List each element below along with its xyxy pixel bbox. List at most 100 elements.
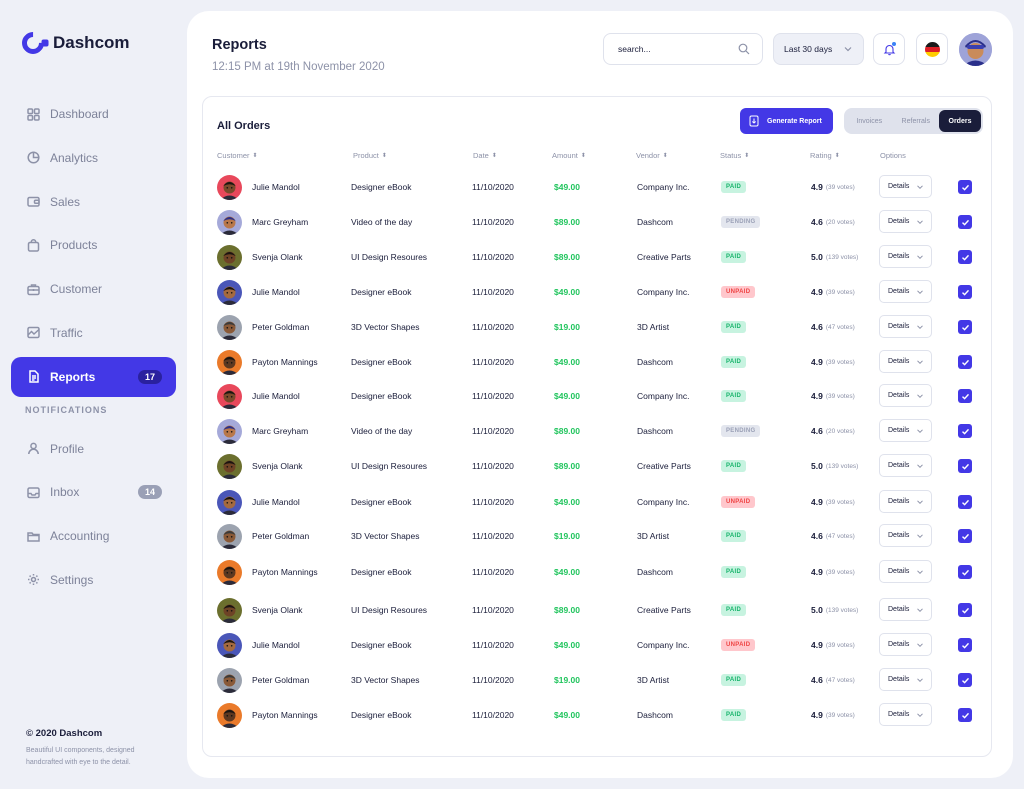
column-customer[interactable]: Customer ⬍	[217, 151, 258, 160]
details-dropdown[interactable]: Details	[879, 560, 932, 583]
sidebar-item-customer[interactable]: Customer	[11, 269, 176, 309]
column-date[interactable]: Date ⬍	[473, 151, 497, 160]
row-checkbox[interactable]	[958, 565, 972, 579]
table-row[interactable]: Payton Mannings Designer eBook 11/10/2020 $…	[203, 347, 993, 377]
status-badge: PAID	[721, 604, 747, 616]
details-dropdown[interactable]: Details	[879, 350, 932, 373]
details-dropdown[interactable]: Details	[879, 524, 932, 547]
details-dropdown[interactable]: Details	[879, 280, 932, 303]
row-checkbox[interactable]	[958, 708, 972, 722]
date-range-select[interactable]: Last 30 days	[773, 33, 864, 65]
sidebar-item-accounting[interactable]: Accounting	[11, 516, 176, 556]
row-checkbox[interactable]	[958, 495, 972, 509]
orders-title: All Orders	[217, 120, 271, 132]
column-product[interactable]: Product ⬍	[353, 151, 387, 160]
details-dropdown[interactable]: Details	[879, 245, 932, 268]
table-row[interactable]: Payton Mannings Designer eBook 11/10/2020 $…	[203, 700, 993, 730]
row-checkbox[interactable]	[958, 603, 972, 617]
details-dropdown[interactable]: Details	[879, 454, 932, 477]
sidebar-item-reports[interactable]: Reports 17	[11, 356, 176, 397]
vendor-name: Company Inc.	[637, 640, 690, 650]
sidebar-item-products[interactable]: Products	[11, 225, 176, 265]
product-name: Video of the day	[351, 217, 413, 227]
language-button[interactable]	[916, 33, 948, 65]
table-row[interactable]: Julie Mandol Designer eBook 11/10/2020 $49.…	[203, 630, 993, 660]
row-checkbox[interactable]	[958, 285, 972, 299]
table-row[interactable]: Svenja Olank UI Design Resoures 11/10/2020…	[203, 451, 993, 481]
row-checkbox[interactable]	[958, 320, 972, 334]
table-row[interactable]: Peter Goldman 3D Vector Shapes 11/10/2020 $…	[203, 521, 993, 551]
sidebar-item-profile[interactable]: Profile	[11, 429, 176, 469]
details-dropdown[interactable]: Details	[879, 703, 932, 726]
row-checkbox[interactable]	[958, 638, 972, 652]
table-row[interactable]: Marc Greyham Video of the day 11/10/2020 $8…	[203, 207, 993, 237]
row-checkbox[interactable]	[958, 215, 972, 229]
inbox-icon	[27, 486, 40, 499]
customer-avatar	[217, 210, 242, 235]
chevron-down-icon	[917, 463, 923, 468]
details-dropdown[interactable]: Details	[879, 210, 932, 233]
table-row[interactable]: Julie Mandol Designer eBook 11/10/2020 $49.…	[203, 172, 993, 202]
details-dropdown[interactable]: Details	[879, 633, 932, 656]
status-cell: PAID	[721, 557, 747, 587]
row-checkbox[interactable]	[958, 529, 972, 543]
vendor-name: 3D Artist	[637, 322, 670, 332]
table-row[interactable]: Svenja Olank UI Design Resoures 11/10/2020…	[203, 595, 993, 625]
row-checkbox[interactable]	[958, 180, 972, 194]
tab-invoices[interactable]: Invoices	[846, 110, 893, 132]
details-dropdown[interactable]: Details	[879, 315, 932, 338]
chevron-down-icon	[917, 607, 923, 612]
row-checkbox[interactable]	[958, 459, 972, 473]
table-row[interactable]: Payton Mannings Designer eBook 11/10/2020 $…	[203, 557, 993, 587]
brand-logo[interactable]: Dashcom	[17, 27, 130, 59]
customer-avatar	[217, 490, 242, 515]
row-checkbox[interactable]	[958, 355, 972, 369]
notifications-button[interactable]	[873, 33, 905, 65]
rating-cell: 4.9 (39 votes)	[811, 277, 855, 307]
sidebar-item-settings[interactable]: Settings	[11, 560, 176, 600]
column-status[interactable]: Status ⬍	[720, 151, 749, 160]
column-vendor[interactable]: Vendor ⬍	[636, 151, 668, 160]
sidebar-item-dashboard[interactable]: Dashboard	[11, 94, 176, 134]
sort-icon: ⬍	[491, 153, 497, 159]
search-box[interactable]	[603, 33, 763, 65]
sidebar-item-inbox[interactable]: Inbox 14	[11, 472, 176, 512]
row-checkbox[interactable]	[958, 250, 972, 264]
generate-report-button[interactable]: Generate Report	[740, 108, 833, 134]
rating-value: 5.0	[811, 252, 823, 262]
details-dropdown[interactable]: Details	[879, 598, 932, 621]
status-cell: PAID	[721, 665, 747, 695]
details-dropdown[interactable]: Details	[879, 668, 932, 691]
status-cell: PAID	[721, 521, 747, 551]
order-date: 11/10/2020	[472, 217, 514, 227]
sidebar-item-sales[interactable]: Sales	[11, 182, 176, 222]
rating-votes: (139 votes)	[825, 606, 859, 614]
details-dropdown[interactable]: Details	[879, 175, 932, 198]
table-row[interactable]: Julie Mandol Designer eBook 11/10/2020 $49.…	[203, 487, 993, 517]
details-dropdown[interactable]: Details	[879, 384, 932, 407]
column-amount[interactable]: Amount ⬍	[552, 151, 586, 160]
footer-copyright: © 2020 Dashcom	[26, 728, 103, 739]
tab-orders[interactable]: Orders	[939, 110, 981, 132]
search-icon[interactable]	[738, 43, 750, 55]
sidebar-item-analytics[interactable]: Analytics	[11, 138, 176, 178]
table-row[interactable]: Svenja Olank UI Design Resoures 11/10/2020…	[203, 242, 993, 272]
details-dropdown[interactable]: Details	[879, 419, 932, 442]
tab-referrals[interactable]: Referrals	[893, 110, 940, 132]
row-checkbox[interactable]	[958, 389, 972, 403]
rating-votes: (20 votes)	[825, 427, 855, 435]
table-row[interactable]: Julie Mandol Designer eBook 11/10/2020 $49.…	[203, 277, 993, 307]
table-row[interactable]: Peter Goldman 3D Vector Shapes 11/10/2020 $…	[203, 665, 993, 695]
vendor-name: Creative Parts	[637, 252, 691, 262]
table-row[interactable]: Julie Mandol Designer eBook 11/10/2020 $49.…	[203, 381, 993, 411]
table-row[interactable]: Peter Goldman 3D Vector Shapes 11/10/2020 $…	[203, 312, 993, 342]
table-row[interactable]: Marc Greyham Video of the day 11/10/2020 $8…	[203, 416, 993, 446]
status-cell: PENDING	[721, 416, 761, 446]
user-avatar[interactable]	[959, 33, 992, 66]
row-checkbox[interactable]	[958, 673, 972, 687]
search-input[interactable]	[618, 44, 728, 54]
sidebar-item-traffic[interactable]: Traffic	[11, 313, 176, 353]
row-checkbox[interactable]	[958, 424, 972, 438]
details-dropdown[interactable]: Details	[879, 490, 932, 513]
column-rating[interactable]: Rating ⬍	[810, 151, 840, 160]
